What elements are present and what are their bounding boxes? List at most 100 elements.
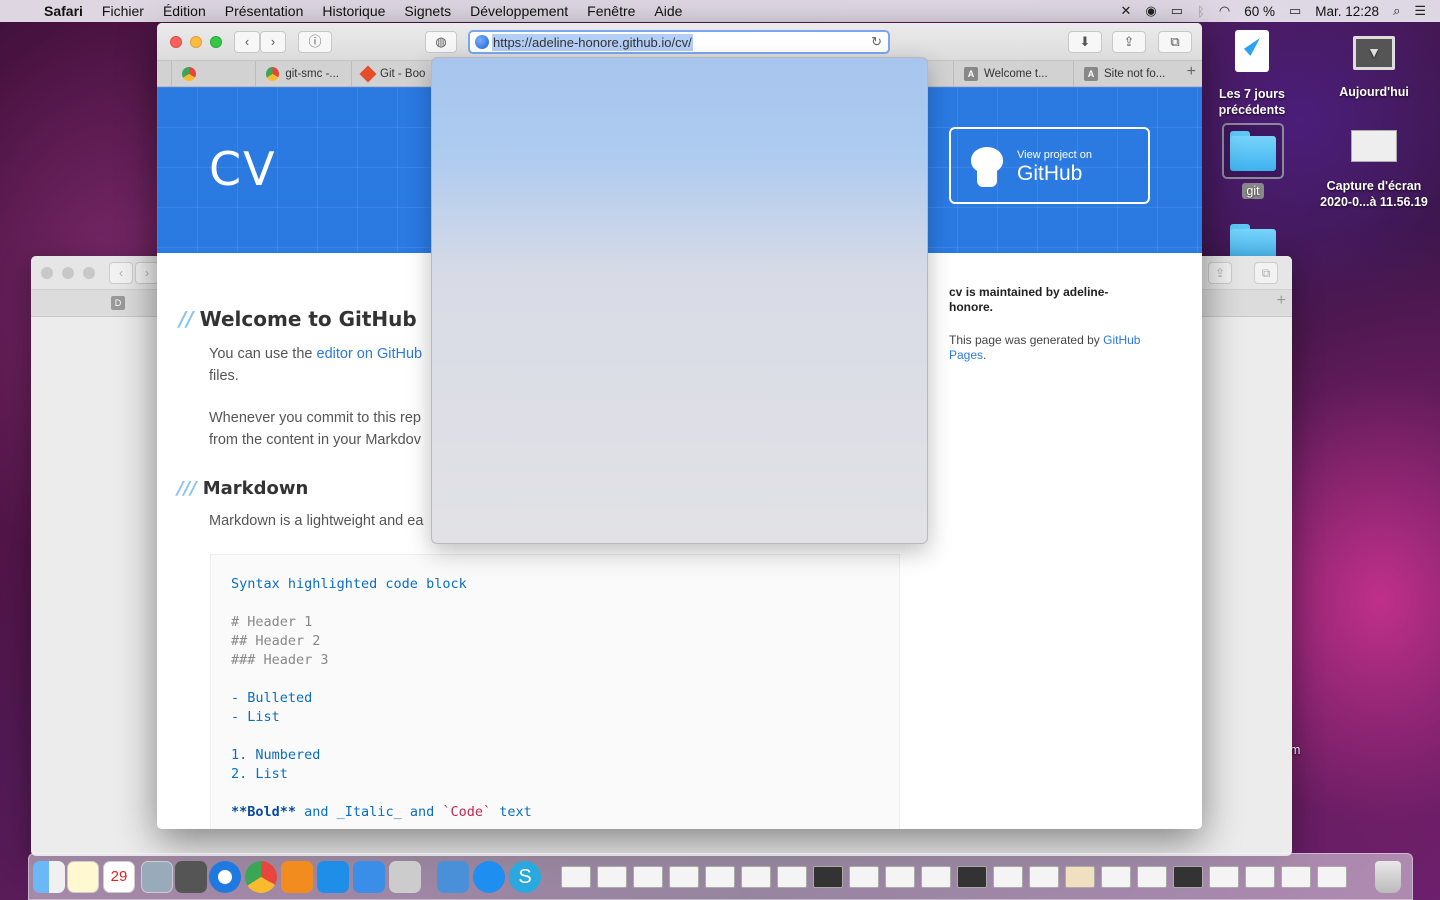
minimized-window[interactable] <box>741 866 771 888</box>
status-app-icon[interactable]: ✕ <box>1120 3 1131 19</box>
github-button-small-text: View project on <box>1017 149 1093 161</box>
close-button[interactable] <box>41 267 53 279</box>
battery-percent[interactable]: 60 % <box>1244 4 1275 19</box>
desktop-icon-today[interactable]: ▼ Aujourd'hui <box>1332 36 1416 100</box>
minimized-window[interactable] <box>849 866 879 888</box>
minimized-window[interactable] <box>813 866 843 888</box>
minimized-window[interactable] <box>1029 866 1059 888</box>
sublime-text-icon[interactable] <box>281 861 313 893</box>
minimized-window[interactable] <box>1173 866 1203 888</box>
close-button[interactable] <box>170 36 182 48</box>
address-bar[interactable]: https://adeline-honore.github.io/cv/ ↻ <box>468 30 890 54</box>
printer-icon[interactable] <box>437 861 469 893</box>
desktop-icon-git[interactable]: git <box>1222 123 1284 199</box>
tab-label: Site not fo... <box>1104 67 1166 80</box>
calendar-icon[interactable]: 29 <box>103 861 135 893</box>
app-icon[interactable] <box>389 861 421 893</box>
minimized-window[interactable] <box>1281 866 1311 888</box>
battery-icon[interactable]: ▭ <box>1289 3 1301 19</box>
minimized-window[interactable] <box>1245 866 1275 888</box>
minimized-window[interactable] <box>669 866 699 888</box>
minimized-window[interactable] <box>1065 866 1095 888</box>
minimize-button[interactable] <box>62 267 74 279</box>
reload-icon[interactable]: ↻ <box>871 34 882 50</box>
calculator-icon[interactable] <box>175 861 207 893</box>
wifi-icon[interactable]: ◠ <box>1219 3 1230 19</box>
tabs-overview-icon[interactable]: ⧉ <box>1158 31 1192 53</box>
spotlight-icon[interactable]: ⌕ <box>1393 3 1400 19</box>
tab-welcome[interactable]: A Welcome t... <box>953 61 1073 86</box>
share-icon[interactable]: ⇪ <box>1112 31 1146 53</box>
website-settings-icon[interactable]: ◍ <box>425 31 457 53</box>
tab-git-smc[interactable]: git-smc -... <box>255 61 339 86</box>
menu-app[interactable]: Safari <box>44 3 83 19</box>
airplay-icon[interactable]: ▭ <box>1171 3 1183 19</box>
sidebar-maintainer: cv is maintained by adeline-honore. <box>949 285 1109 314</box>
back-button[interactable]: ‹ <box>109 262 133 284</box>
menu-signets[interactable]: Signets <box>404 3 451 19</box>
tab-favicon: D <box>111 296 125 310</box>
xcode-icon[interactable] <box>317 861 349 893</box>
forward-button[interactable]: › <box>135 262 159 284</box>
notification-center-icon[interactable]: ☰ <box>1414 3 1426 19</box>
minimized-window[interactable] <box>921 866 951 888</box>
menu-developpement[interactable]: Développement <box>470 3 568 19</box>
globe-icon <box>475 35 489 49</box>
tabs-overview-button[interactable]: ⧉ <box>1254 262 1278 284</box>
menu-aide[interactable]: Aide <box>654 3 682 19</box>
menu-presentation[interactable]: Présentation <box>225 3 304 19</box>
minimized-window[interactable] <box>885 866 915 888</box>
minimized-window[interactable] <box>957 866 987 888</box>
bluetooth-icon[interactable]: ᛒ <box>1197 4 1205 19</box>
minimized-window[interactable] <box>993 866 1023 888</box>
minimize-button[interactable] <box>190 36 202 48</box>
minimized-window[interactable] <box>561 866 591 888</box>
minimized-window[interactable] <box>1101 866 1131 888</box>
zoom-button[interactable] <box>83 267 95 279</box>
menu-fichier[interactable]: Fichier <box>102 3 144 19</box>
app-icon[interactable] <box>353 861 385 893</box>
new-tab-button[interactable]: + <box>1187 63 1196 81</box>
menu-edition[interactable]: Édition <box>163 3 206 19</box>
back-button[interactable]: ‹ <box>234 31 260 53</box>
forward-button[interactable]: › <box>260 31 286 53</box>
skype-icon[interactable]: S <box>509 861 541 893</box>
downloads-icon[interactable]: ⬇ <box>1068 31 1102 53</box>
desktop-icon-label: git <box>1242 183 1264 199</box>
minimized-window[interactable] <box>1317 866 1347 888</box>
dock: 29 S <box>28 853 1413 900</box>
tab-git-book[interactable]: Git - Boo <box>351 61 431 86</box>
chrome-icon[interactable] <box>245 861 277 893</box>
repo-link[interactable]: cv <box>949 285 962 299</box>
minimized-window[interactable] <box>597 866 627 888</box>
menu-historique[interactable]: Historique <box>322 3 385 19</box>
tab-site-not-found[interactable]: A Site not fo... <box>1073 61 1177 86</box>
url-suggestions-popover[interactable] <box>431 57 928 544</box>
minimized-window[interactable] <box>1209 866 1239 888</box>
new-tab-button[interactable]: + <box>1277 292 1286 310</box>
tab-pinned[interactable] <box>171 61 229 86</box>
url-text[interactable]: https://adeline-honore.github.io/cv/ <box>492 33 693 51</box>
app-store-icon[interactable] <box>473 861 505 893</box>
site-title[interactable]: CV <box>209 142 277 196</box>
octocat-icon <box>967 145 1007 189</box>
minimized-window[interactable] <box>633 866 663 888</box>
clock[interactable]: Mar. 12:28 <box>1315 4 1379 19</box>
share-button[interactable]: ⇪ <box>1208 262 1232 284</box>
desktop-icon-capture[interactable]: Capture d'écran 2020-0...à 11.56.19 <box>1318 130 1430 210</box>
airdrop-icon[interactable]: ◉ <box>1145 3 1156 19</box>
minimized-window[interactable] <box>1137 866 1167 888</box>
view-on-github-button[interactable]: View project on GitHub <box>949 127 1150 204</box>
info-icon[interactable]: ⓘ <box>298 31 332 53</box>
trash-icon[interactable] <box>1375 861 1401 893</box>
menu-fenetre[interactable]: Fenêtre <box>587 3 635 19</box>
minimized-window[interactable] <box>777 866 807 888</box>
minimized-window[interactable] <box>705 866 735 888</box>
zoom-button[interactable] <box>210 36 222 48</box>
editor-link[interactable]: editor on GitHub <box>317 346 423 362</box>
finder-icon[interactable] <box>33 861 65 893</box>
safari-icon[interactable] <box>209 861 241 893</box>
notes-icon[interactable] <box>67 861 99 893</box>
desktop-icon-playground[interactable]: Les 7 jours précédents <box>1212 30 1292 118</box>
preview-icon[interactable] <box>141 861 173 893</box>
